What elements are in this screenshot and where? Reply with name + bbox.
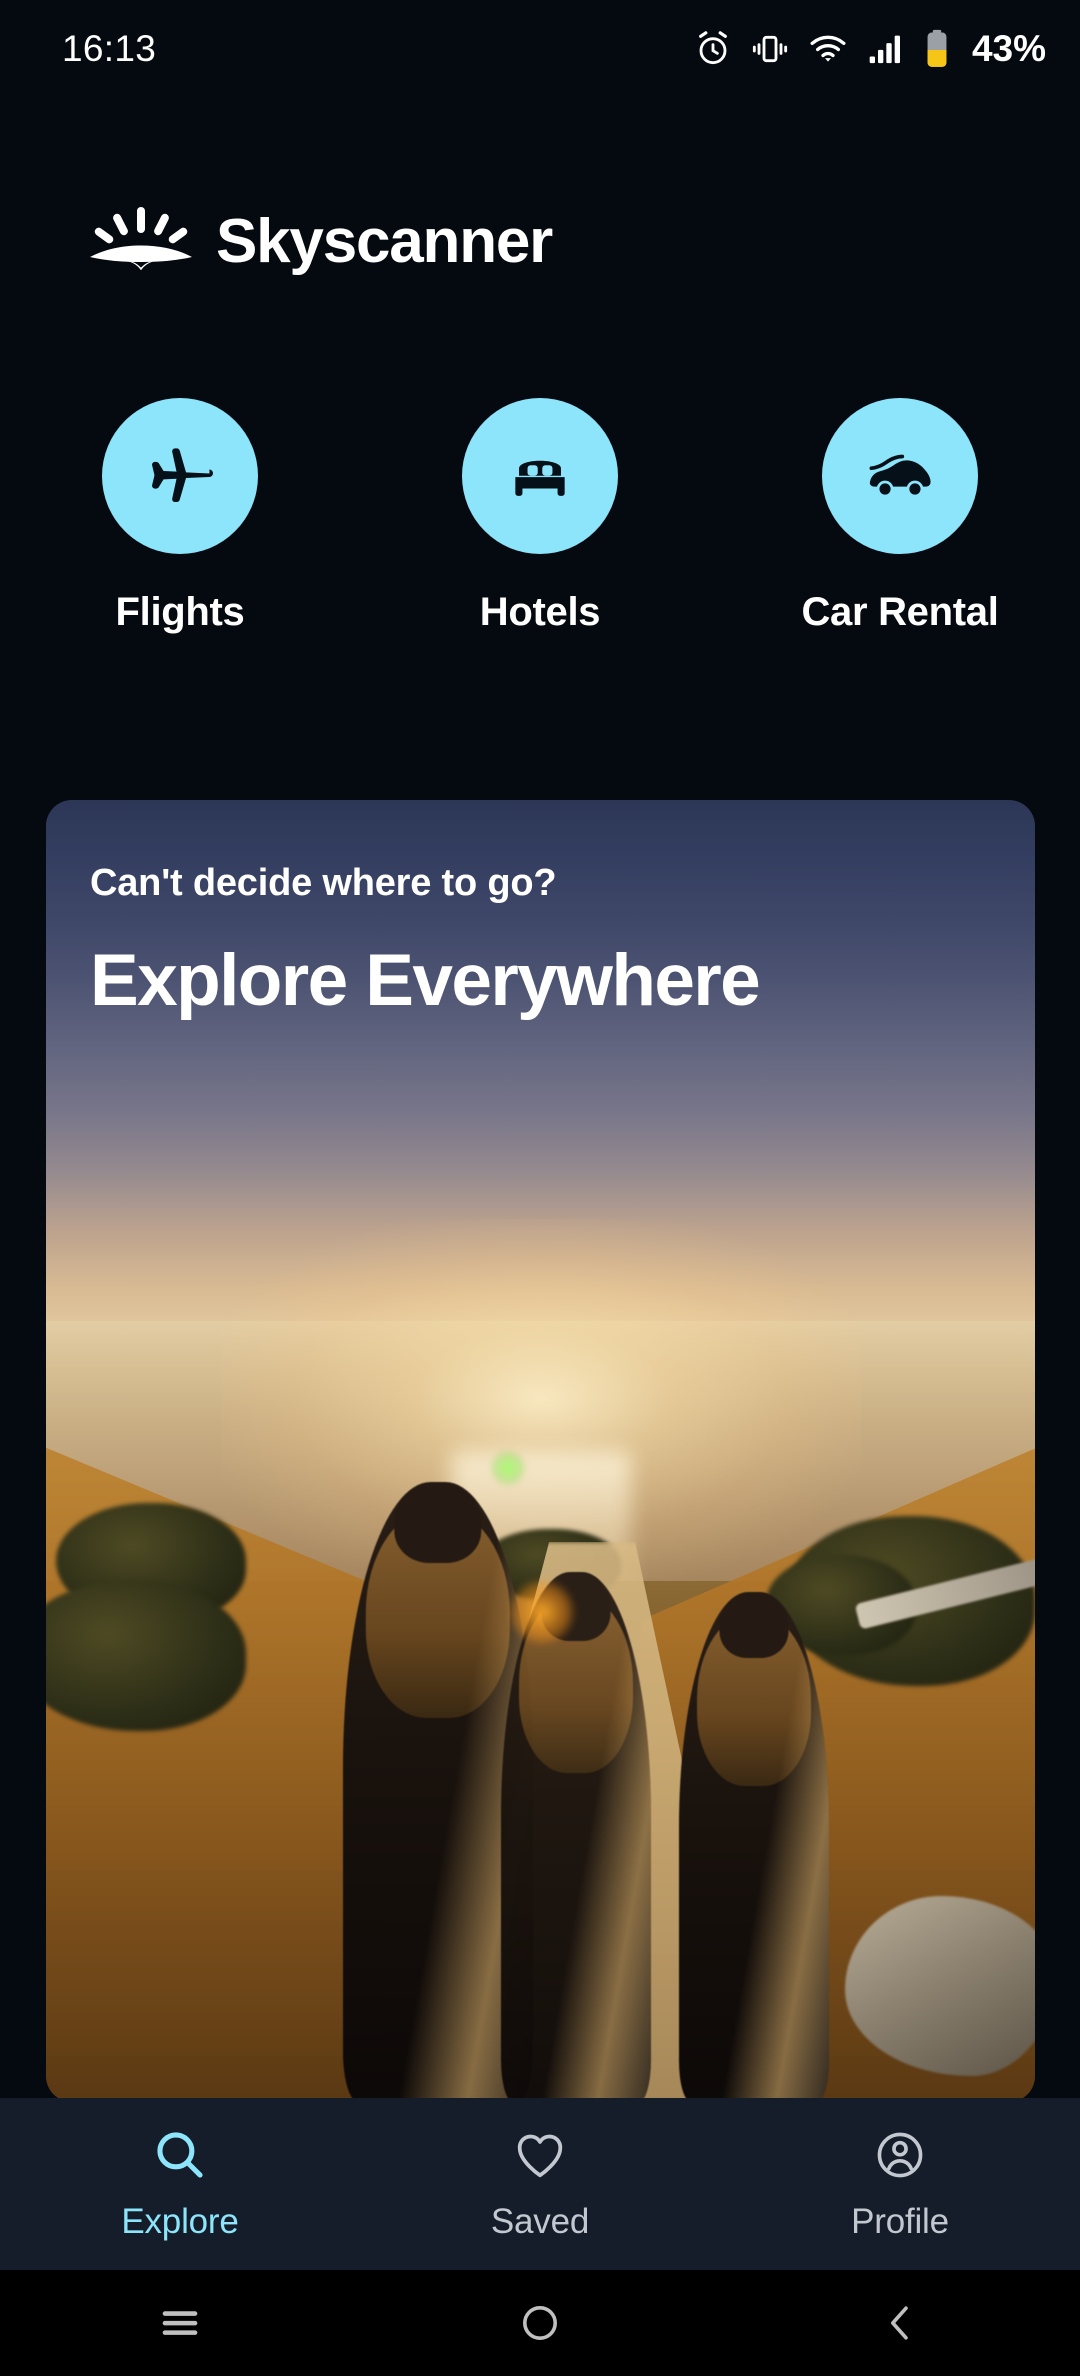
tab-label-saved: Saved (490, 2202, 590, 2241)
android-system-nav (0, 2270, 1080, 2376)
photo-shrub (46, 1581, 247, 1732)
quick-category-bar: Flights Hotels Car Rental (0, 398, 1080, 635)
photo-lens-flare (510, 1581, 573, 1644)
tab-saved[interactable]: Saved (360, 2098, 720, 2270)
tab-explore[interactable]: Explore (0, 2098, 360, 2270)
brand-name: Skyscanner (216, 206, 553, 276)
category-label-car-rental: Car Rental (801, 590, 999, 634)
wifi-icon (807, 29, 849, 69)
car-icon (861, 437, 939, 515)
status-bar: 16:13 43% (0, 0, 1080, 98)
vibrate-icon (750, 29, 790, 69)
category-button-flights[interactable]: Flights (0, 398, 360, 635)
tab-label-explore: Explore (121, 2202, 239, 2241)
category-label-hotels: Hotels (479, 590, 601, 634)
photo-lens-flare (491, 1451, 526, 1485)
category-label-flights: Flights (115, 590, 245, 634)
hamburger-icon (154, 2297, 206, 2349)
circle-icon (516, 2299, 564, 2347)
tab-label-profile: Profile (851, 2202, 949, 2241)
explore-everywhere-card[interactable]: Can't decide where to go? Explore Everyw… (46, 800, 1035, 2102)
bottom-navigation-bar: Explore Saved Profile (0, 2098, 1080, 2270)
battery-percent-label: 43% (971, 28, 1046, 69)
cellular-signal-icon (866, 29, 906, 69)
search-icon (151, 2126, 209, 2184)
category-icon-wrap-car-rental (822, 398, 978, 554)
category-button-hotels[interactable]: Hotels (360, 398, 720, 635)
recents-button[interactable] (0, 2270, 360, 2376)
card-copy: Can't decide where to go? Explore Everyw… (90, 862, 991, 1020)
back-button[interactable] (720, 2270, 1080, 2376)
app-screen: 16:13 43% Skyscanner Flights Hotels Car … (0, 0, 1080, 2376)
battery-icon (923, 28, 951, 70)
category-button-car-rental[interactable]: Car Rental (720, 398, 1080, 635)
home-button[interactable] (360, 2270, 720, 2376)
bed-icon (506, 442, 574, 510)
photo-person (500, 1572, 651, 2102)
heart-icon (511, 2126, 569, 2184)
category-icon-wrap-hotels (462, 398, 618, 554)
tab-profile[interactable]: Profile (720, 2098, 1080, 2270)
photo-person (678, 1592, 829, 2102)
brand-header: Skyscanner (88, 205, 553, 277)
card-title: Explore Everywhere (90, 940, 761, 1021)
status-time: 16:13 (62, 28, 157, 69)
person-icon (871, 2126, 929, 2184)
alarm-icon (693, 29, 733, 69)
status-icon-group: 43% (693, 28, 1046, 70)
card-kicker: Can't decide where to go? (90, 862, 557, 904)
airplane-icon (142, 438, 218, 514)
chevron-left-icon (876, 2299, 924, 2347)
skyscanner-sunrise-logo-icon (88, 205, 194, 277)
category-icon-wrap-flights (102, 398, 258, 554)
